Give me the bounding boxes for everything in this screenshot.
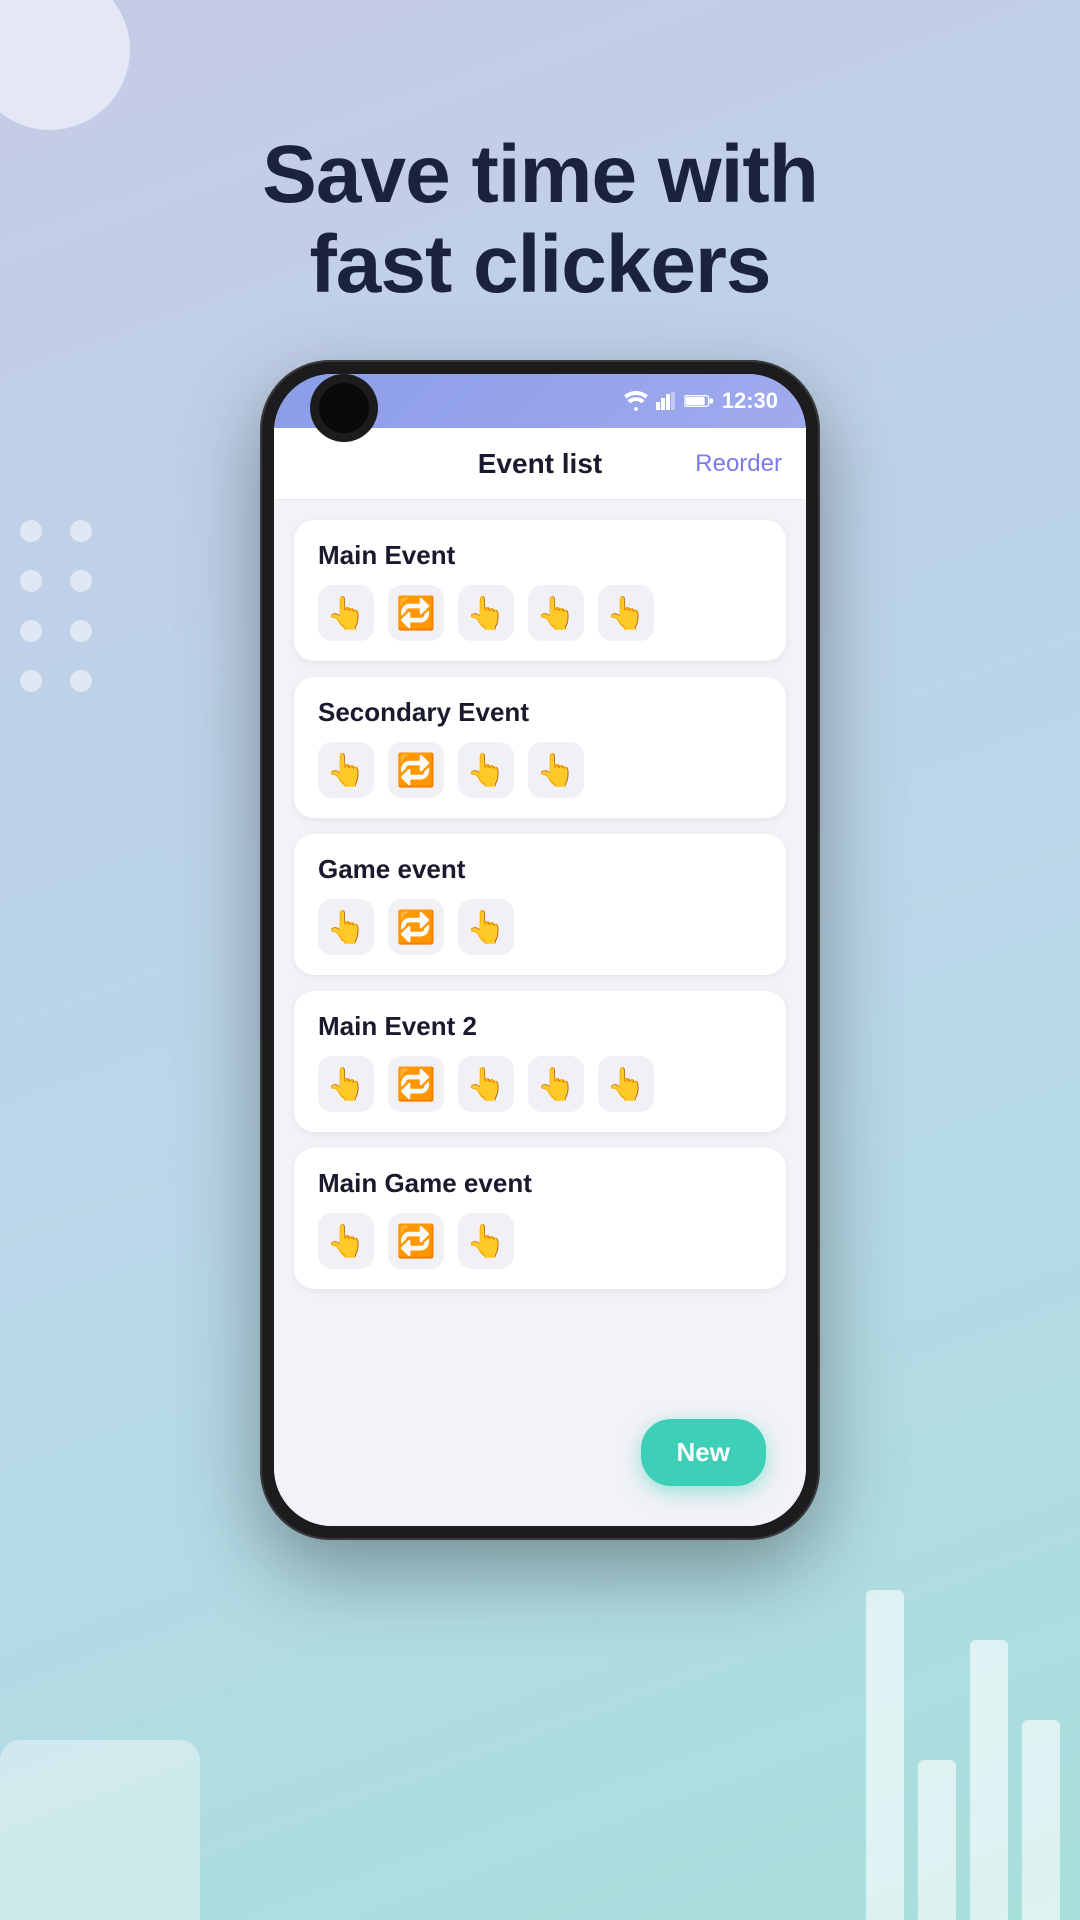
tap-icon: 👆 bbox=[466, 1065, 506, 1103]
event-card-main-event: Main Event 👆 🔁 👆 👆 👆 bbox=[294, 520, 786, 661]
camera-notch bbox=[310, 374, 378, 442]
swipe-icon: 🔁 bbox=[396, 908, 436, 946]
clicker-btn-2-1[interactable]: 🔁 bbox=[388, 899, 444, 955]
clicker-btn-0-0[interactable]: 👆 bbox=[318, 585, 374, 641]
deco-bottom-right bbox=[800, 1520, 1080, 1920]
clicker-btn-1-2[interactable]: 👆 bbox=[458, 742, 514, 798]
event-card-main-event-2: Main Event 2 👆 🔁 👆 👆 👆 bbox=[294, 991, 786, 1132]
clicker-btn-2-0[interactable]: 👆 bbox=[318, 899, 374, 955]
clicker-btn-0-3[interactable]: 👆 bbox=[528, 585, 584, 641]
swipe-icon: 🔁 bbox=[396, 594, 436, 632]
clicker-btn-4-1[interactable]: 🔁 bbox=[388, 1213, 444, 1269]
status-time: 12:30 bbox=[722, 388, 778, 414]
tap-icon: 👆 bbox=[606, 594, 646, 632]
deco-circle-top bbox=[0, 0, 130, 130]
hero-line1: Save time with bbox=[60, 130, 1020, 220]
event-name-game-event: Game event bbox=[318, 854, 762, 885]
tap-icon: 👆 bbox=[466, 908, 506, 946]
tap-icon: 👆 bbox=[606, 1065, 646, 1103]
event-card-secondary-event: Secondary Event 👆 🔁 👆 👆 bbox=[294, 677, 786, 818]
deco-dots bbox=[20, 520, 92, 692]
clicker-btn-0-1[interactable]: 🔁 bbox=[388, 585, 444, 641]
clicker-btn-2-2[interactable]: 👆 bbox=[458, 899, 514, 955]
phone-mockup: 12:30 Event list Reorder Main Event 👆 bbox=[260, 360, 820, 1540]
clicker-btn-3-3[interactable]: 👆 bbox=[528, 1056, 584, 1112]
tap-icon: 👆 bbox=[536, 594, 576, 632]
clicker-btn-0-2[interactable]: 👆 bbox=[458, 585, 514, 641]
clicker-btn-3-0[interactable]: 👆 bbox=[318, 1056, 374, 1112]
clicker-btn-1-3[interactable]: 👆 bbox=[528, 742, 584, 798]
clicker-btn-3-1[interactable]: 🔁 bbox=[388, 1056, 444, 1112]
tap-icon: 👆 bbox=[326, 751, 366, 789]
hero-text: Save time with fast clickers bbox=[0, 130, 1080, 310]
phone-outer: 12:30 Event list Reorder Main Event 👆 bbox=[260, 360, 820, 1540]
phone-screen: 12:30 Event list Reorder Main Event 👆 bbox=[274, 374, 806, 1526]
clicker-btn-1-0[interactable]: 👆 bbox=[318, 742, 374, 798]
reorder-button[interactable]: Reorder bbox=[695, 450, 782, 478]
event-list: Main Event 👆 🔁 👆 👆 👆 Secondary Event bbox=[274, 500, 806, 1526]
phone-screen-inner: Event list Reorder Main Event 👆 🔁 👆 👆 👆 bbox=[274, 428, 806, 1526]
clicker-btn-3-4[interactable]: 👆 bbox=[598, 1056, 654, 1112]
app-bar-title: Event list bbox=[478, 448, 602, 480]
tap-icon: 👆 bbox=[466, 594, 506, 632]
event-clickers-main-game-event: 👆 🔁 👆 bbox=[318, 1213, 762, 1269]
camera-lens bbox=[319, 383, 369, 433]
tap-icon: 👆 bbox=[466, 751, 506, 789]
event-clickers-main-event-2: 👆 🔁 👆 👆 👆 bbox=[318, 1056, 762, 1112]
fab-new-button[interactable]: New bbox=[641, 1419, 766, 1486]
swipe-icon: 🔁 bbox=[396, 1065, 436, 1103]
tap-icon: 👆 bbox=[326, 1222, 366, 1260]
tap-icon: 👆 bbox=[326, 1065, 366, 1103]
clicker-btn-4-2[interactable]: 👆 bbox=[458, 1213, 514, 1269]
event-name-main-game-event: Main Game event bbox=[318, 1168, 762, 1199]
event-clickers-secondary-event: 👆 🔁 👆 👆 bbox=[318, 742, 762, 798]
event-name-main-event: Main Event bbox=[318, 540, 762, 571]
tap-icon: 👆 bbox=[326, 594, 366, 632]
wifi-icon bbox=[624, 391, 648, 411]
swipe-icon: 🔁 bbox=[396, 751, 436, 789]
event-clickers-main-event: 👆 🔁 👆 👆 👆 bbox=[318, 585, 762, 641]
deco-bottom-left bbox=[0, 1740, 200, 1920]
event-card-game-event: Game event 👆 🔁 👆 bbox=[294, 834, 786, 975]
clicker-btn-4-0[interactable]: 👆 bbox=[318, 1213, 374, 1269]
event-card-main-game-event: Main Game event 👆 🔁 👆 bbox=[294, 1148, 786, 1289]
event-name-secondary-event: Secondary Event bbox=[318, 697, 762, 728]
clicker-btn-0-4[interactable]: 👆 bbox=[598, 585, 654, 641]
swipe-icon: 🔁 bbox=[396, 1222, 436, 1260]
tap-icon: 👆 bbox=[466, 1222, 506, 1260]
event-clickers-game-event: 👆 🔁 👆 bbox=[318, 899, 762, 955]
status-icons: 12:30 bbox=[624, 388, 778, 414]
hero-line2: fast clickers bbox=[60, 220, 1020, 310]
tap-icon: 👆 bbox=[536, 751, 576, 789]
tap-icon: 👆 bbox=[326, 908, 366, 946]
signal-icon bbox=[656, 392, 676, 410]
clicker-btn-3-2[interactable]: 👆 bbox=[458, 1056, 514, 1112]
tap-icon: 👆 bbox=[536, 1065, 576, 1103]
clicker-btn-1-1[interactable]: 🔁 bbox=[388, 742, 444, 798]
event-name-main-event-2: Main Event 2 bbox=[318, 1011, 762, 1042]
battery-icon bbox=[684, 393, 714, 409]
